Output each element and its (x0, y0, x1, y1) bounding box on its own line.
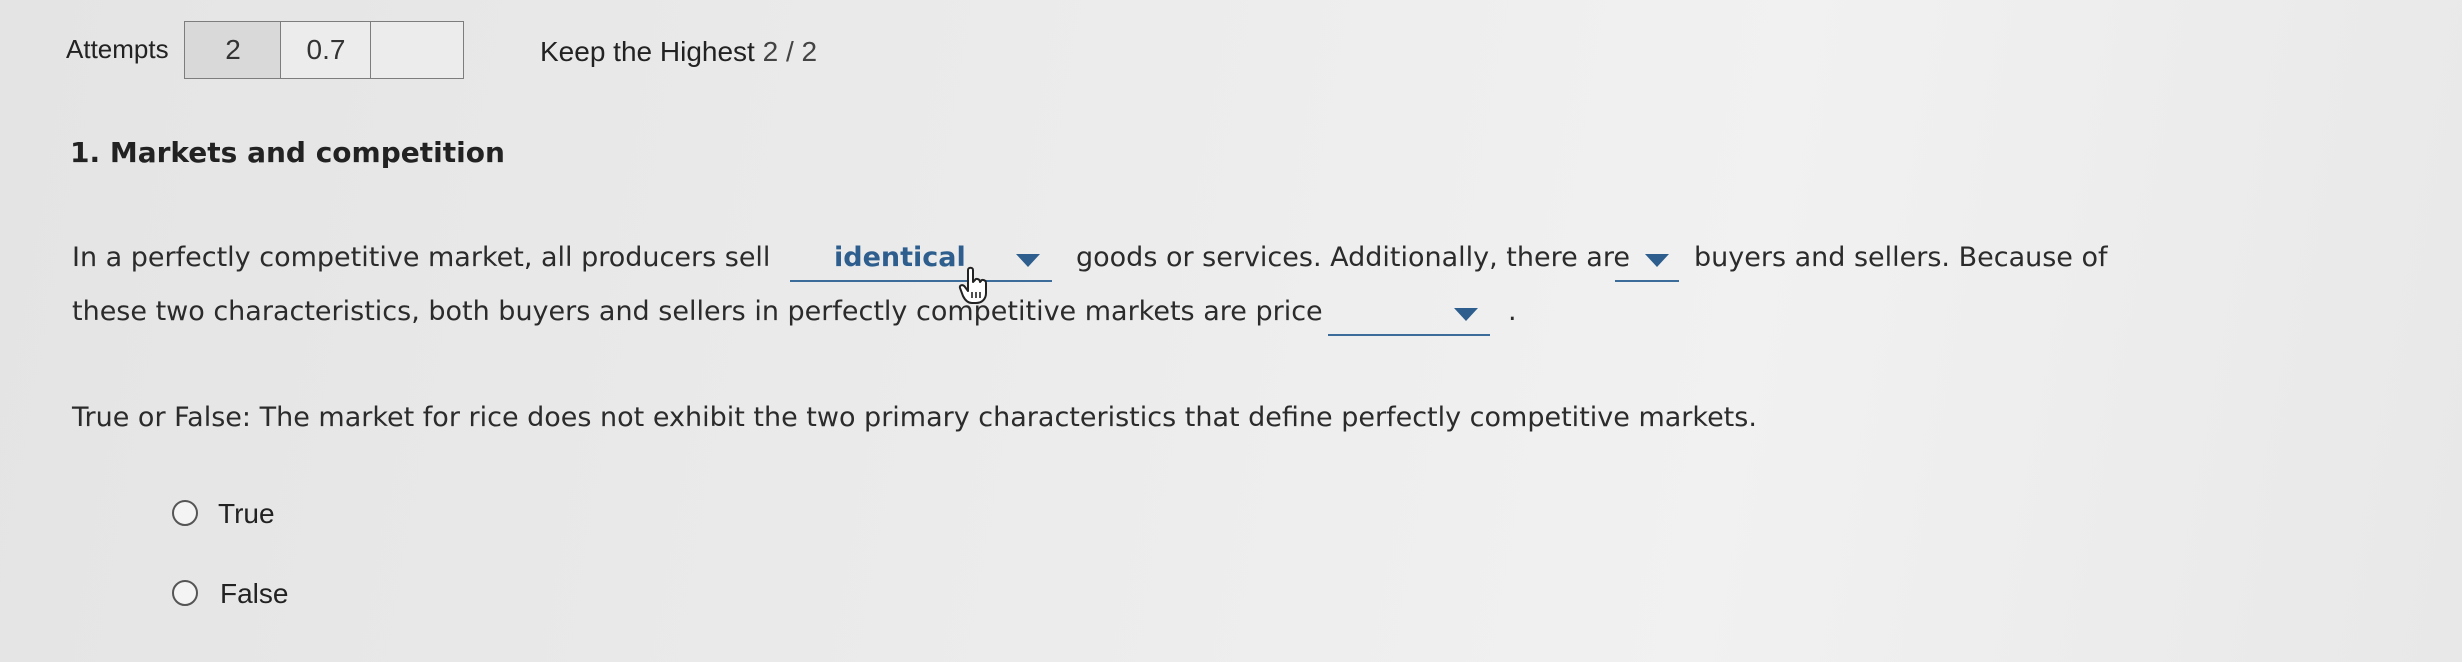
dropdown-product-type-value: identical (834, 242, 966, 273)
question-line-1-end: buyers and sellers. Because of (1694, 242, 2108, 273)
chevron-down-icon (1454, 308, 1478, 321)
dropdown-product-type[interactable]: identical (790, 242, 1052, 282)
keep-score: 2 / 2 (762, 36, 818, 67)
question-title: 1. Markets and competition (70, 136, 505, 169)
chevron-down-icon (1645, 254, 1669, 267)
attempts-label: Attempts (66, 34, 169, 64)
line-2-period: . (1508, 296, 1517, 327)
question-line-1-middle: goods or services. Additionally, there a… (1076, 242, 1630, 273)
question-line-1-start: In a perfectly competitive market, all p… (72, 242, 771, 273)
score-box: 0.7 (280, 21, 372, 79)
radio-false[interactable] (172, 580, 198, 606)
keep-label: Keep the Highest (540, 36, 755, 67)
empty-attempt-box (370, 21, 464, 79)
dropdown-number-of-buyers[interactable] (1615, 242, 1679, 282)
radio-false-label[interactable]: False (220, 578, 288, 610)
attempts-count-box: 2 (184, 21, 282, 79)
keep-highest-text: Keep the Highest 2 / 2 (540, 36, 817, 68)
hand-pointer-cursor-icon (958, 266, 987, 304)
radio-true[interactable] (172, 500, 198, 526)
true-false-prompt: True or False: The market for rice does … (72, 402, 1757, 433)
chevron-down-icon (1016, 254, 1040, 267)
radio-true-label[interactable]: True (218, 498, 275, 530)
question-line-2: these two characteristics, both buyers a… (72, 296, 1323, 327)
dropdown-price-role[interactable] (1328, 296, 1490, 336)
